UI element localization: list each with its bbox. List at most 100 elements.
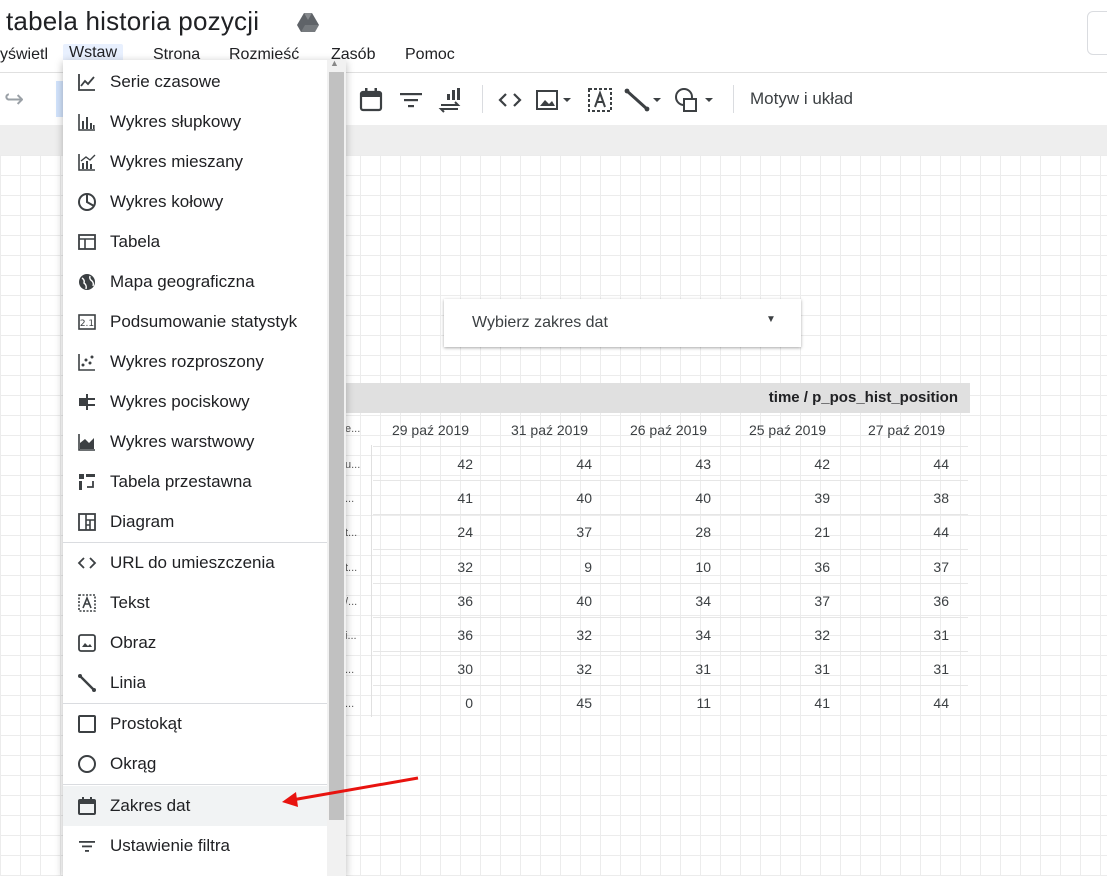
menu-item-label: Wykres warstwowy <box>110 432 255 451</box>
row-dimension-cell: /... <box>345 596 358 608</box>
menu-item-scorecard[interactable]: 2.1 Podsumowanie statystyk <box>63 302 327 342</box>
table-cell: 32 <box>457 559 473 575</box>
menu-item-image[interactable]: Obraz <box>63 623 327 663</box>
menu-item-treemap[interactable]: Diagram <box>63 502 327 542</box>
embed-code-icon[interactable] <box>497 87 523 113</box>
row-divider <box>373 583 968 584</box>
row-dimension-cell: i... <box>345 630 357 642</box>
column-divider <box>371 445 372 717</box>
scorecard-icon: 2.1 <box>78 314 96 330</box>
table-cell: 44 <box>933 456 949 472</box>
table-cell: 36 <box>933 593 949 609</box>
redo-icon[interactable]: ↪ <box>4 85 24 114</box>
menu-item-bar-chart[interactable]: Wykres słupkowy <box>63 102 327 142</box>
combo-chart-icon <box>78 154 96 171</box>
toolbar-divider <box>733 85 734 113</box>
table-cell: 30 <box>457 661 473 677</box>
menu-item-label: Wykres pociskowy <box>110 392 250 411</box>
table-cell: 41 <box>814 695 830 711</box>
table-cell: 10 <box>695 559 711 575</box>
menu-item-embed-url[interactable]: URL do umieszczenia <box>63 543 327 583</box>
menu-item-text[interactable]: Tekst <box>63 583 327 623</box>
drive-icon[interactable] <box>296 12 320 34</box>
shape-icon[interactable] <box>674 87 718 113</box>
theme-and-layout-button[interactable]: Motyw i układ <box>750 89 853 109</box>
text-icon[interactable] <box>587 87 613 113</box>
menu-item-bullet-chart[interactable]: Wykres pociskowy <box>63 382 327 422</box>
row-divider <box>373 480 968 481</box>
menu-item-time-series[interactable]: Serie czasowe <box>63 62 327 102</box>
menu-item-rectangle[interactable]: Prostokąt <box>63 704 327 744</box>
table-cell: 31 <box>933 661 949 677</box>
dropdown-arrow-icon: ▼ <box>766 314 776 325</box>
row-divider <box>373 549 968 550</box>
menu-item-geo-map[interactable]: Mapa geograficzna <box>63 262 327 302</box>
menu-item-combo-chart[interactable]: Wykres mieszany <box>63 142 327 182</box>
menu-help[interactable]: Pomoc <box>405 46 455 64</box>
table-cell: 36 <box>457 627 473 643</box>
scatter-chart-icon <box>78 354 95 371</box>
annotation-arrow <box>282 776 419 807</box>
column-header[interactable]: 31 paź 2019 <box>492 422 607 438</box>
date-range-label: Wybierz zakres dat <box>472 314 608 331</box>
table-cell: 40 <box>695 490 711 506</box>
menu-item-label: Prostokąt <box>110 714 182 733</box>
menu-item-filter-control[interactable]: Ustawienie filtra <box>63 826 327 866</box>
menu-scrollbar-thumb[interactable] <box>329 72 344 820</box>
table-cell: 45 <box>576 695 592 711</box>
menu-item-line[interactable]: Linia <box>63 663 327 703</box>
table-header-bar: time / p_pos_hist_position <box>345 383 970 413</box>
menu-item-label: Podsumowanie statystyk <box>110 312 298 331</box>
scroll-up-icon[interactable]: ▲ <box>330 58 339 68</box>
table-cell: 42 <box>814 456 830 472</box>
menu-item-label: Mapa geograficzna <box>110 272 255 291</box>
table-cell: 36 <box>457 593 473 609</box>
table-cell: 9 <box>584 559 592 575</box>
menu-item-area-chart[interactable]: Wykres warstwowy <box>63 422 327 462</box>
row-divider <box>373 446 968 447</box>
table-cell: 31 <box>933 627 949 643</box>
menu-item-table[interactable]: Tabela <box>63 222 327 262</box>
menu-item-label: Wykres rozproszony <box>110 352 264 371</box>
menu-view[interactable]: yświetl <box>0 46 48 64</box>
calendar-icon[interactable] <box>358 87 384 113</box>
menu-item-pivot-table[interactable]: Tabela przestawna <box>63 462 327 502</box>
menu-item-label: Serie czasowe <box>110 72 221 91</box>
table-cell: 41 <box>457 490 473 506</box>
sort-icon[interactable] <box>438 87 464 113</box>
line-icon[interactable] <box>624 87 666 113</box>
table-cell: 32 <box>576 627 592 643</box>
menu-item-label: Tekst <box>110 593 150 612</box>
table-cell: 24 <box>457 524 473 540</box>
row-divider <box>373 651 968 652</box>
menu-item-pie-chart[interactable]: Wykres kołowy <box>63 182 327 222</box>
table-cell: 11 <box>696 695 711 711</box>
menu-item-scatter-chart[interactable]: Wykres rozproszony <box>63 342 327 382</box>
date-range-control[interactable]: Wybierz zakres dat ▼ <box>444 299 801 347</box>
row-dimension-cell: ... <box>345 664 355 676</box>
table-cell: 44 <box>576 456 592 472</box>
text-box-icon <box>78 594 96 612</box>
table-header-title: time / p_pos_hist_position <box>768 389 958 406</box>
table-cell: 21 <box>814 524 830 540</box>
pie-chart-icon <box>78 193 96 211</box>
table-cell: 31 <box>695 661 711 677</box>
menu-item-label: Okrąg <box>110 754 157 773</box>
column-header[interactable]: 25 paź 2019 <box>730 422 845 438</box>
rectangle-icon <box>78 715 96 733</box>
table-cell: 40 <box>576 593 592 609</box>
table-cell: 34 <box>695 627 711 643</box>
embed-icon <box>77 557 97 569</box>
filter-icon[interactable] <box>398 87 424 113</box>
line-icon <box>78 674 96 692</box>
column-header[interactable]: 29 paź 2019 <box>373 422 488 438</box>
column-header[interactable]: 26 paź 2019 <box>611 422 726 438</box>
first-column-header: e... <box>345 423 361 435</box>
row-dimension-cell: u... <box>345 459 361 471</box>
image-icon[interactable] <box>536 87 576 113</box>
table-cell: 32 <box>576 661 592 677</box>
report-title[interactable]: tabela historia pozycji <box>6 6 259 37</box>
column-header[interactable]: 27 paź 2019 <box>849 422 964 438</box>
table-cell: 37 <box>814 593 830 609</box>
row-dimension-cell: ... <box>345 698 355 710</box>
